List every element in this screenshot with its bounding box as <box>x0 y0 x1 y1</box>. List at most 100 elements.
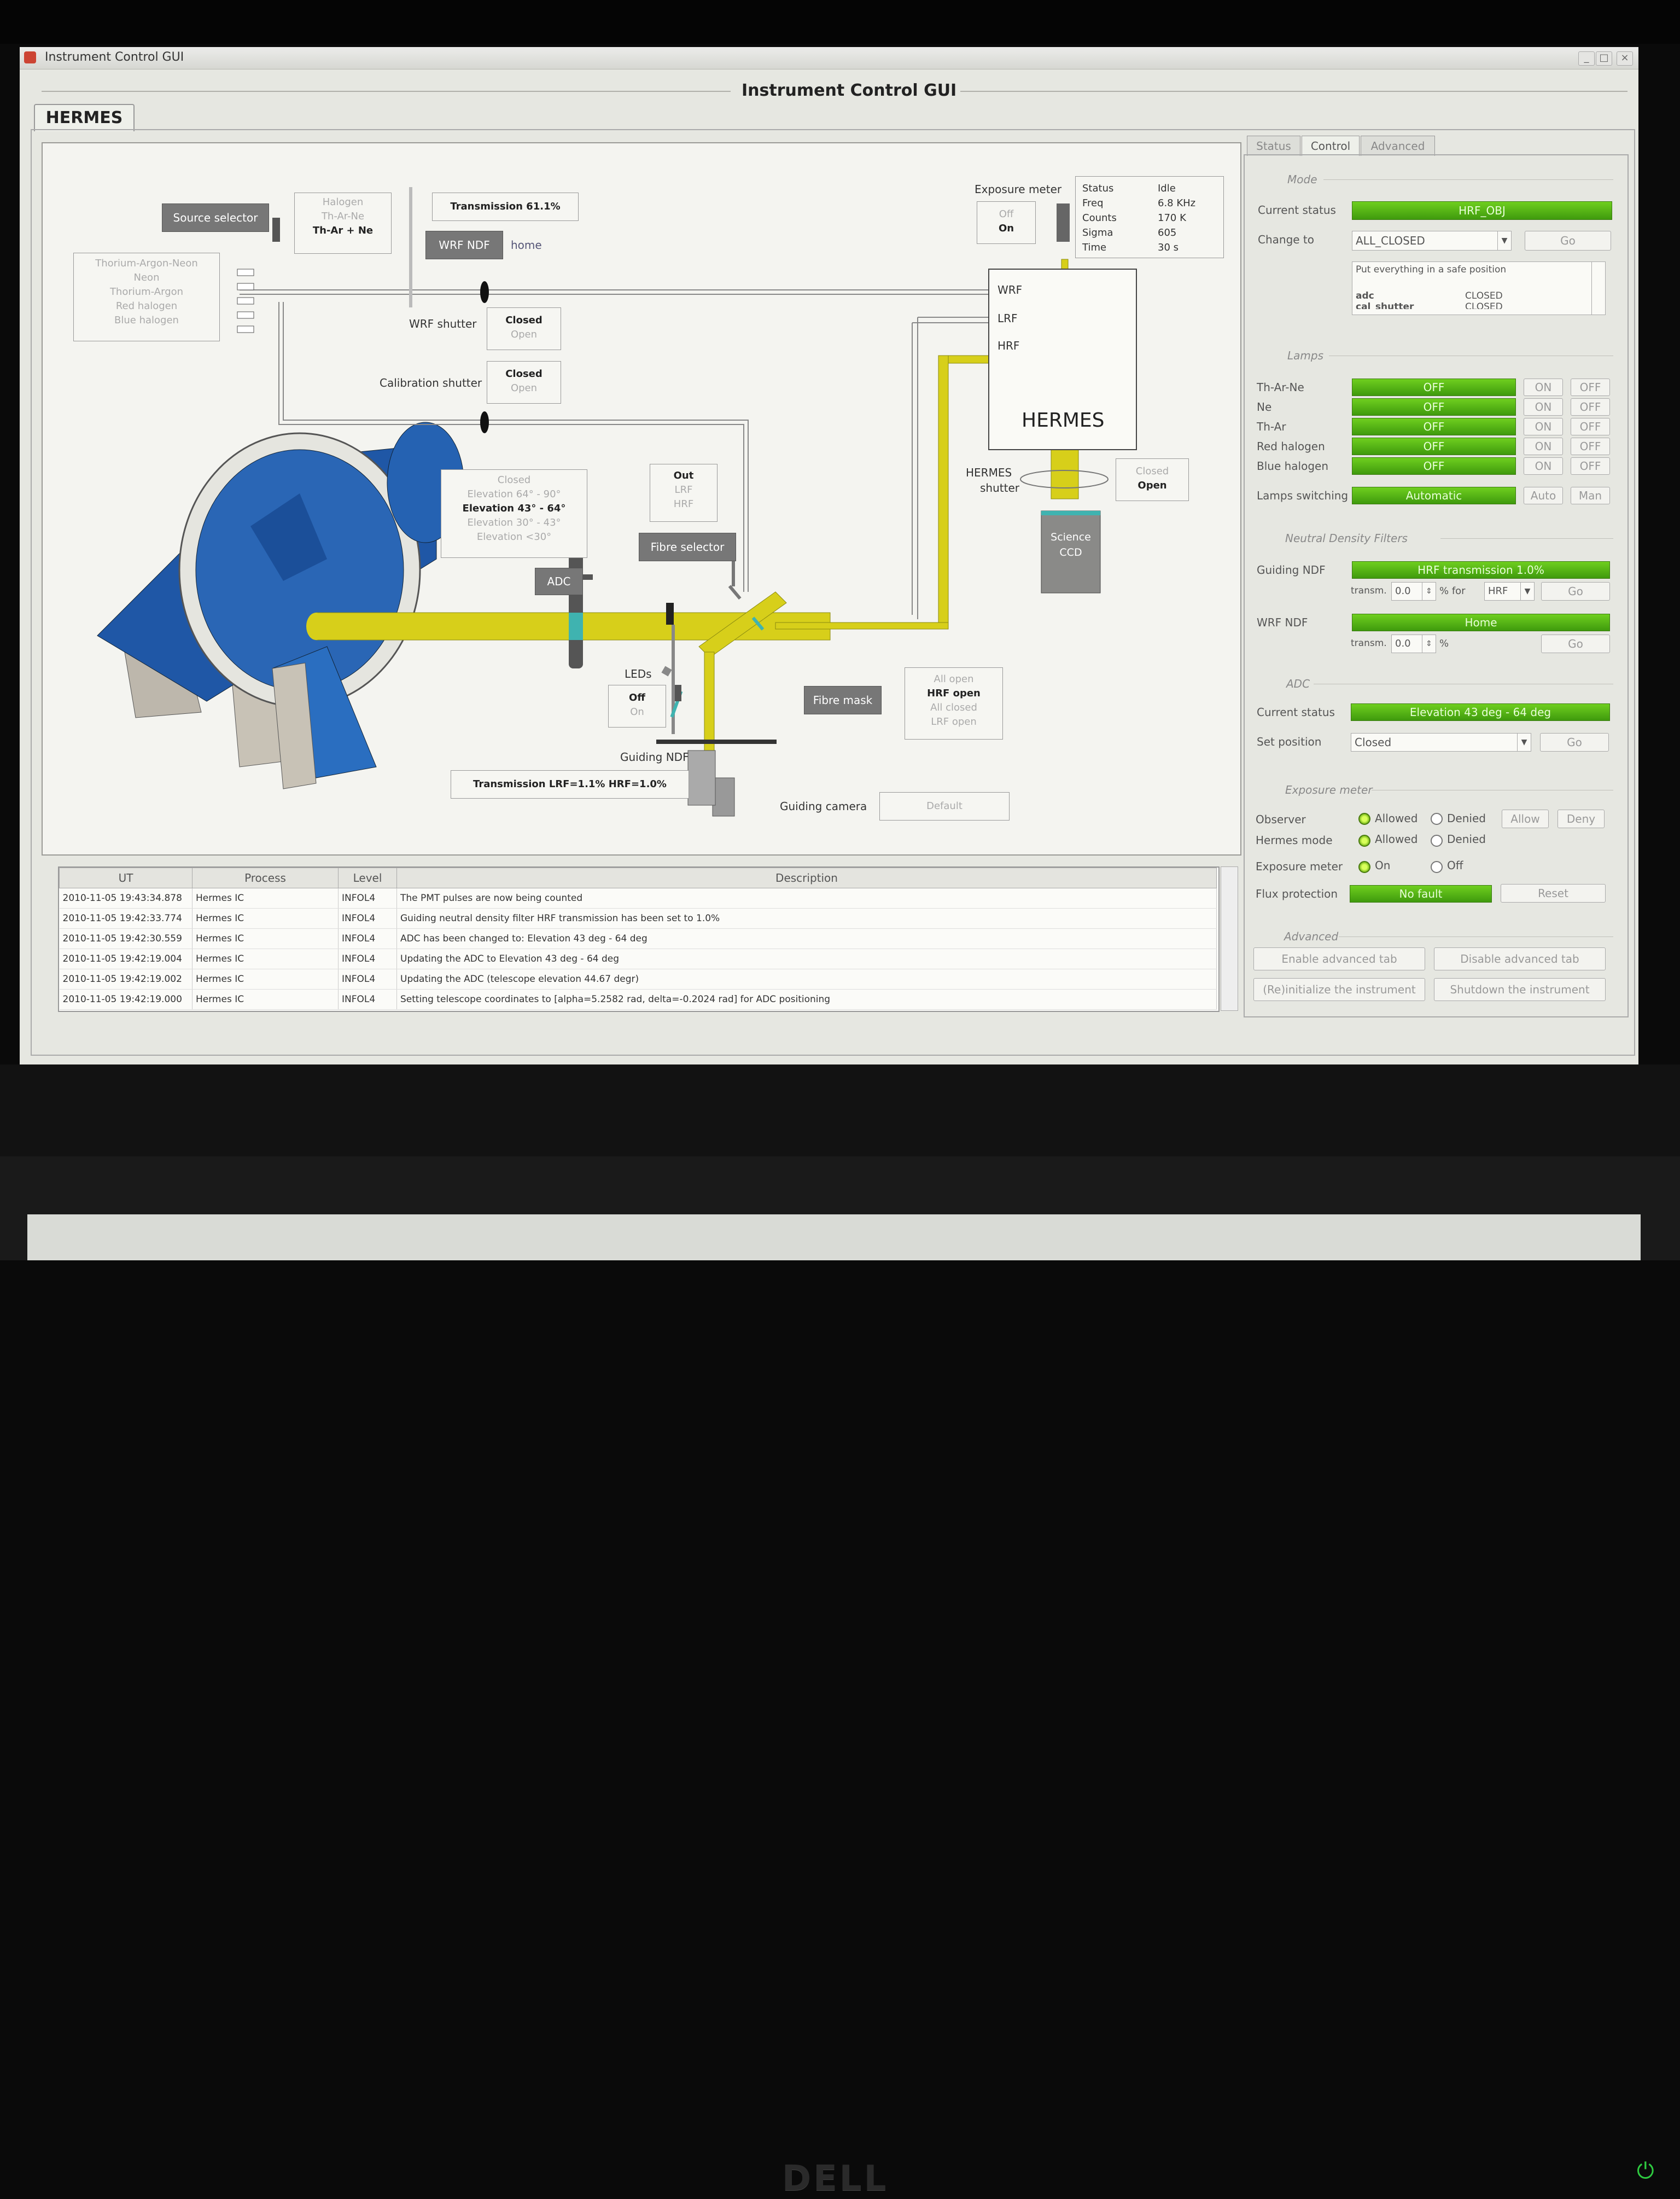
scrollbar[interactable] <box>1591 262 1605 315</box>
disable-advanced-button[interactable]: Disable advanced tab <box>1434 947 1606 970</box>
lamp-on-button[interactable]: ON <box>1524 438 1563 455</box>
fibre-select[interactable]: HRF ▼ <box>1484 582 1535 601</box>
lamp-option-th-ar-ne[interactable]: Th-Ar-Ne <box>295 210 391 224</box>
tab-control[interactable]: Control <box>1302 136 1360 156</box>
power-icon[interactable]: ⏻ <box>1637 2159 1654 2184</box>
table-row[interactable]: 2010-11-05 19:42:19.000 Hermes IC INFOL4 Se… <box>59 989 1217 1010</box>
lamp-selector[interactable]: Halogen Th-Ar-Ne Th-Ar + Ne <box>294 193 392 254</box>
guiding-ndf-go-button[interactable]: Go <box>1541 582 1610 601</box>
lamp-option-halogen[interactable]: Halogen <box>295 195 391 210</box>
lamp-off-button[interactable]: OFF <box>1571 379 1610 396</box>
maximize-icon[interactable]: □ <box>1596 51 1612 66</box>
col-ut[interactable]: UT <box>59 868 192 888</box>
log-scrollbar[interactable] <box>1221 866 1238 1011</box>
wrf-shutter-closed[interactable]: Closed <box>487 313 561 328</box>
tab-hermes[interactable]: HERMES <box>34 104 135 131</box>
exposure-on-radio[interactable] <box>1358 861 1370 873</box>
adc-set-select[interactable]: Closed ▼ <box>1351 733 1531 752</box>
fibre-mask-option[interactable]: LRF open <box>905 715 1002 729</box>
lamp-on-button[interactable]: ON <box>1524 457 1563 475</box>
lamp-option-th-ar-plus-ne[interactable]: Th-Ar + Ne <box>295 224 391 238</box>
wrf-transmission-selector[interactable]: Transmission 61.1% <box>432 193 579 221</box>
col-description[interactable]: Description <box>396 868 1217 888</box>
lamp-off-button[interactable]: OFF <box>1571 398 1610 416</box>
wrf-ndf-go-button[interactable]: Go <box>1541 635 1610 653</box>
adc-option[interactable]: Elevation 64° - 90° <box>441 487 587 502</box>
fibre-mask-button[interactable]: Fibre mask <box>804 686 882 714</box>
deny-button[interactable]: Deny <box>1558 810 1605 828</box>
lamp-off-button[interactable]: OFF <box>1571 418 1610 435</box>
hermes-denied-radio[interactable] <box>1431 835 1443 847</box>
hermes-shutter-selector[interactable]: Closed Open <box>1116 458 1189 501</box>
adc-option[interactable]: Elevation <30° <box>441 530 587 544</box>
observer-allowed-radio[interactable] <box>1358 813 1370 825</box>
lamp-on-button[interactable]: ON <box>1524 418 1563 435</box>
adc-button[interactable]: ADC <box>535 568 583 595</box>
fibre-mask-selector[interactable]: All open HRF open All closed LRF open <box>905 667 1003 740</box>
allow-button[interactable]: Allow <box>1502 810 1549 828</box>
fibre-mask-option[interactable]: All closed <box>905 701 1002 715</box>
exposure-off-radio[interactable] <box>1431 861 1443 873</box>
source-selector-button[interactable]: Source selector <box>162 203 269 232</box>
close-icon[interactable]: × <box>1617 51 1633 66</box>
leds-selector[interactable]: Off On <box>608 685 666 728</box>
fibre-option-lrf[interactable]: LRF <box>650 483 717 497</box>
table-row[interactable]: 2010-11-05 19:43:34.878 Hermes IC INFOL4 Th… <box>59 888 1217 909</box>
adc-option[interactable]: Elevation 30° - 43° <box>441 516 587 530</box>
lamp-on-button[interactable]: ON <box>1524 379 1563 396</box>
wrf-shutter-selector[interactable]: Closed Open <box>487 307 561 350</box>
flux-reset-button[interactable]: Reset <box>1501 884 1606 903</box>
calibration-shutter-selector[interactable]: Closed Open <box>487 361 561 404</box>
exposure-meter-selector[interactable]: Off On <box>977 201 1036 244</box>
mode-go-button[interactable]: Go <box>1525 231 1611 251</box>
col-process[interactable]: Process <box>192 868 339 888</box>
lamps-man-button[interactable]: Man <box>1571 487 1610 504</box>
wrf-shutter-open[interactable]: Open <box>487 328 561 342</box>
hermes-shutter-open[interactable]: Open <box>1116 479 1188 493</box>
lamp-on-button[interactable]: ON <box>1524 398 1563 416</box>
stepper-arrows-icon[interactable]: ⇕ <box>1422 635 1436 653</box>
lamps-auto-button[interactable]: Auto <box>1524 487 1563 504</box>
mode-description-box[interactable]: Put everything in a safe position adc CLO… <box>1352 261 1606 315</box>
default-button[interactable]: Default <box>879 792 1010 821</box>
guiding-transm-stepper[interactable]: 0.0 ⇕ <box>1391 582 1436 601</box>
fibre-selector-button[interactable]: Fibre selector <box>639 533 736 561</box>
lamp-off-button[interactable]: OFF <box>1571 438 1610 455</box>
change-to-select[interactable]: ALL_CLOSED ▼ <box>1352 231 1512 251</box>
leds-off[interactable]: Off <box>609 691 666 705</box>
calibration-shutter-closed[interactable]: Closed <box>487 367 561 381</box>
adc-option-selected[interactable]: Elevation 43° - 64° <box>441 502 587 516</box>
adc-selector[interactable]: Closed Elevation 64° - 90° Elevation 43°… <box>441 469 587 558</box>
enable-advanced-button[interactable]: Enable advanced tab <box>1253 947 1425 970</box>
leds-on[interactable]: On <box>609 705 666 719</box>
exposure-meter-on[interactable]: On <box>977 222 1035 236</box>
observer-denied-radio[interactable] <box>1431 813 1443 825</box>
adc-go-button[interactable]: Go <box>1540 733 1609 752</box>
adc-option[interactable]: Closed <box>441 473 587 487</box>
hermes-shutter-closed[interactable]: Closed <box>1116 464 1188 479</box>
table-row[interactable]: 2010-11-05 19:42:19.004 Hermes IC INFOL4 Up… <box>59 949 1217 969</box>
wrf-transm-stepper[interactable]: 0.0 ⇕ <box>1391 635 1436 653</box>
calibration-shutter-open[interactable]: Open <box>487 381 561 395</box>
lamp-off-button[interactable]: OFF <box>1571 457 1610 475</box>
hermes-allowed-radio[interactable] <box>1358 835 1370 847</box>
table-row[interactable]: 2010-11-05 19:42:19.002 Hermes IC INFOL4 Up… <box>59 969 1217 990</box>
table-row[interactable]: 2010-11-05 19:42:33.774 Hermes IC INFOL4 Gu… <box>59 908 1217 929</box>
fibre-position-selector[interactable]: Out LRF HRF <box>650 464 718 522</box>
fibre-option-hrf[interactable]: HRF <box>650 497 717 511</box>
shutdown-button[interactable]: Shutdown the instrument <box>1434 978 1606 1001</box>
log-table[interactable]: UT Process Level Description 2010-11-05 … <box>58 866 1220 1012</box>
tab-advanced[interactable]: Advanced <box>1361 136 1435 156</box>
tab-status[interactable]: Status <box>1247 136 1300 156</box>
wrf-ndf-button[interactable]: WRF NDF <box>425 231 503 259</box>
stepper-arrows-icon[interactable]: ⇕ <box>1422 583 1436 600</box>
reinitialize-button[interactable]: (Re)initialize the instrument <box>1253 978 1425 1001</box>
fibre-mask-option[interactable]: All open <box>905 672 1002 687</box>
fibre-mask-option-selected[interactable]: HRF open <box>905 687 1002 701</box>
minimize-icon[interactable]: _ <box>1578 51 1595 66</box>
guiding-transmission-selector[interactable]: Transmission LRF=1.1% HRF=1.0% <box>451 770 689 799</box>
exposure-meter-off[interactable]: Off <box>977 207 1035 222</box>
fibre-option-out[interactable]: Out <box>650 469 717 483</box>
col-level[interactable]: Level <box>338 868 397 888</box>
table-row[interactable]: 2010-11-05 19:42:30.559 Hermes IC INFOL4 AD… <box>59 928 1217 949</box>
